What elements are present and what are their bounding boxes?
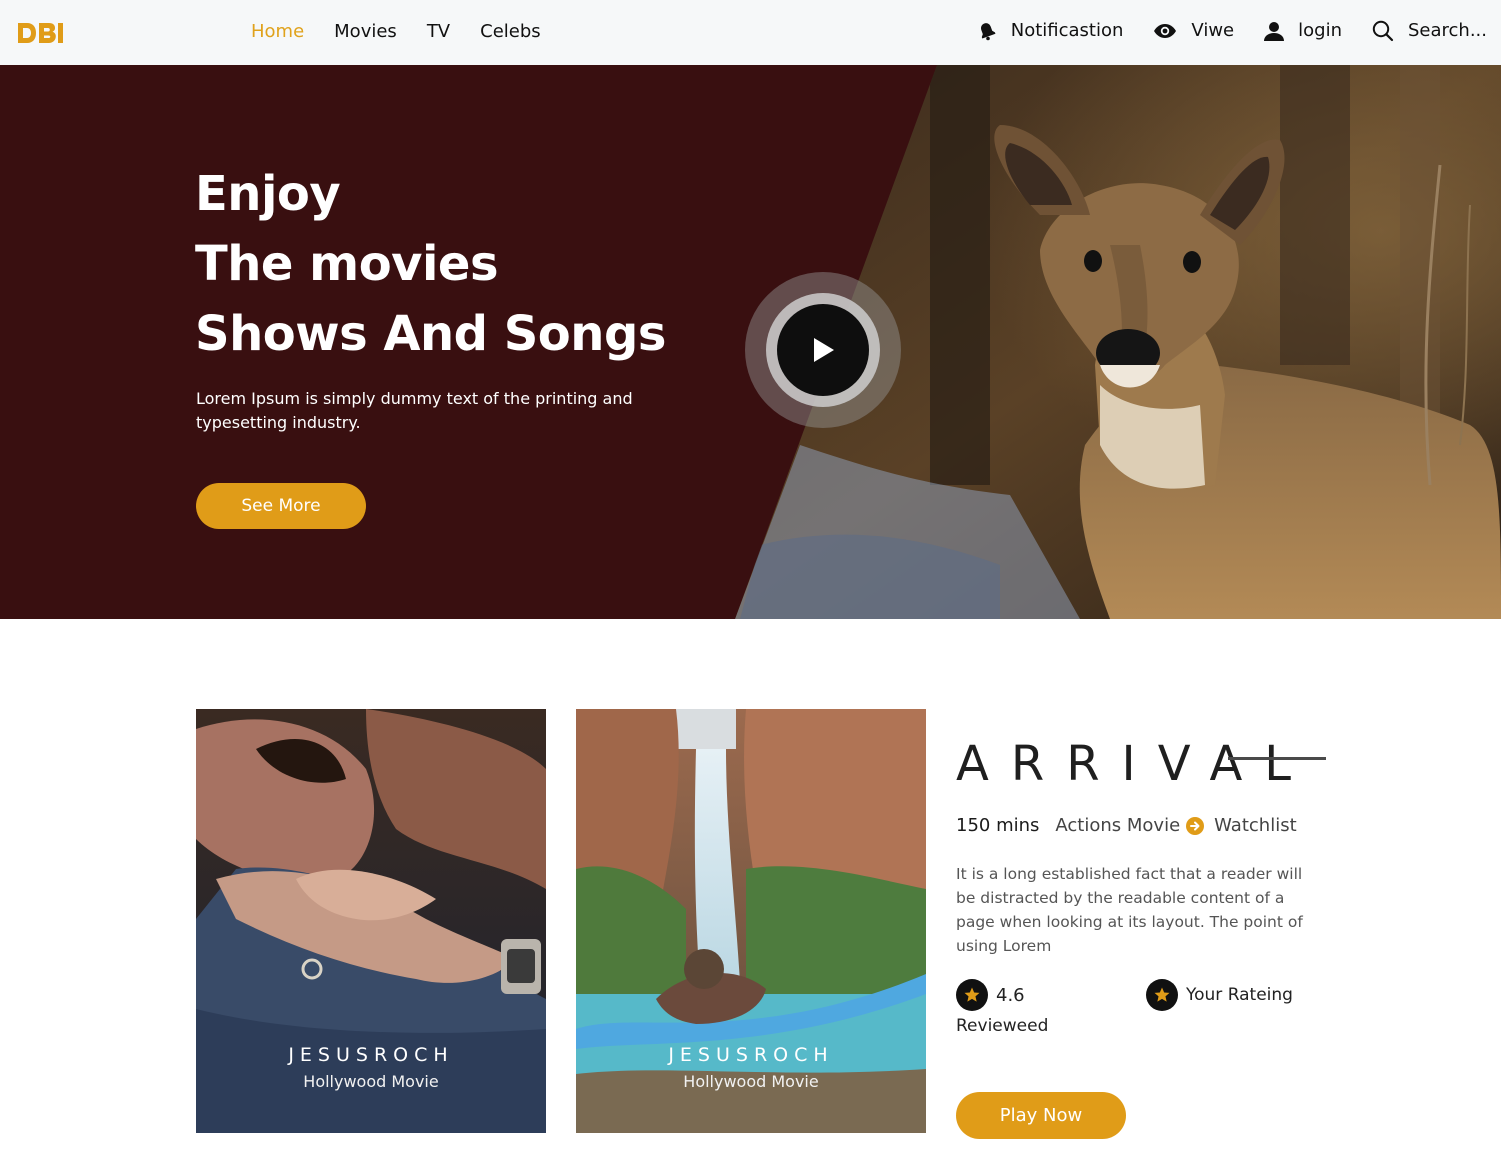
star-shape	[964, 987, 980, 1002]
search-button[interactable]: Search...	[1372, 19, 1487, 43]
nav-actions: Notificastion Viwe login Search...	[977, 19, 1487, 43]
play-video-button[interactable]	[777, 304, 869, 396]
login-button[interactable]: login	[1264, 19, 1342, 43]
view-button[interactable]: Viwe	[1153, 19, 1234, 43]
card-caption: JESUSROCH Hollywood Movie	[196, 1043, 546, 1093]
see-more-button[interactable]: See More	[196, 483, 366, 529]
movie-description: It is a long established fact that a rea…	[956, 865, 1303, 955]
search-icon	[1372, 20, 1394, 42]
hero-title: Enjoy The movies Shows And Songs	[195, 159, 666, 369]
movie-genre: Actions Movie	[1055, 815, 1181, 836]
watchlist-link[interactable]: Watchlist	[1214, 815, 1296, 837]
hero-description: Lorem Ipsum is simply dummy text of the …	[196, 389, 633, 432]
reviewed-label: Revieweed	[956, 1016, 1049, 1036]
hero-title-line: The movies	[195, 236, 499, 292]
view-label: Viwe	[1191, 20, 1235, 41]
movie-card[interactable]: JESUSROCH Hollywood Movie	[576, 709, 926, 1133]
card-title: JESUSROCH	[668, 1044, 834, 1066]
rating-value: 4.6	[996, 984, 1025, 1006]
arrow-right-icon	[1190, 821, 1200, 831]
search-label: Search...	[1407, 20, 1487, 41]
login-label: login	[1298, 20, 1342, 41]
card-subtitle: Hollywood Movie	[303, 1072, 439, 1091]
movie-title: ARRIVAL	[956, 736, 1314, 792]
arrow-right-circle-icon[interactable]	[1186, 817, 1205, 835]
play-now-button[interactable]: Play Now	[956, 1092, 1126, 1139]
movie-card[interactable]: JESUSROCH Hollywood Movie	[196, 709, 546, 1133]
play-video-control	[745, 272, 901, 428]
nav-celebs-link[interactable]: Celebs	[480, 20, 541, 44]
dbi-logo-icon	[18, 23, 63, 43]
eye-icon	[1154, 24, 1177, 38]
hero-banner: Enjoy The movies Shows And Songs Lorem I…	[0, 65, 1501, 619]
bell-icon	[980, 23, 996, 41]
main-menu: Home Movies TV Celebs	[251, 20, 541, 44]
notification-label: Notificastion	[1010, 20, 1124, 41]
your-rating-button[interactable]: Your Rateing	[1146, 979, 1293, 1011]
play-icon	[814, 338, 834, 362]
nav-tv-link[interactable]: TV	[427, 20, 450, 44]
card-caption: JESUSROCH Hollywood Movie	[576, 1043, 926, 1093]
notification-button[interactable]: Notificastion	[977, 19, 1124, 43]
hero-title-line: Enjoy	[195, 166, 341, 222]
card-subtitle: Hollywood Movie	[683, 1072, 819, 1091]
play-ring	[766, 293, 880, 407]
movie-meta: 150 mins Actions Movie Watchlist	[956, 815, 1297, 837]
movie-duration: 150 mins	[956, 815, 1040, 836]
your-rating-label: Your Rateing	[1186, 985, 1293, 1005]
star-icon	[956, 979, 988, 1011]
nav-home-link[interactable]: Home	[251, 20, 304, 44]
title-underline	[1228, 757, 1326, 760]
star-shape	[1154, 987, 1170, 1002]
logo[interactable]	[16, 20, 66, 51]
user-icon	[1264, 22, 1285, 41]
movie-rating: 4.6	[956, 979, 1025, 1011]
top-navbar: Home Movies TV Celebs Notificastion Viwe	[0, 0, 1501, 65]
hero-title-line: Shows And Songs	[195, 306, 666, 362]
card-title: JESUSROCH	[288, 1044, 454, 1066]
star-icon	[1146, 979, 1178, 1011]
nav-movies-link[interactable]: Movies	[334, 20, 397, 44]
